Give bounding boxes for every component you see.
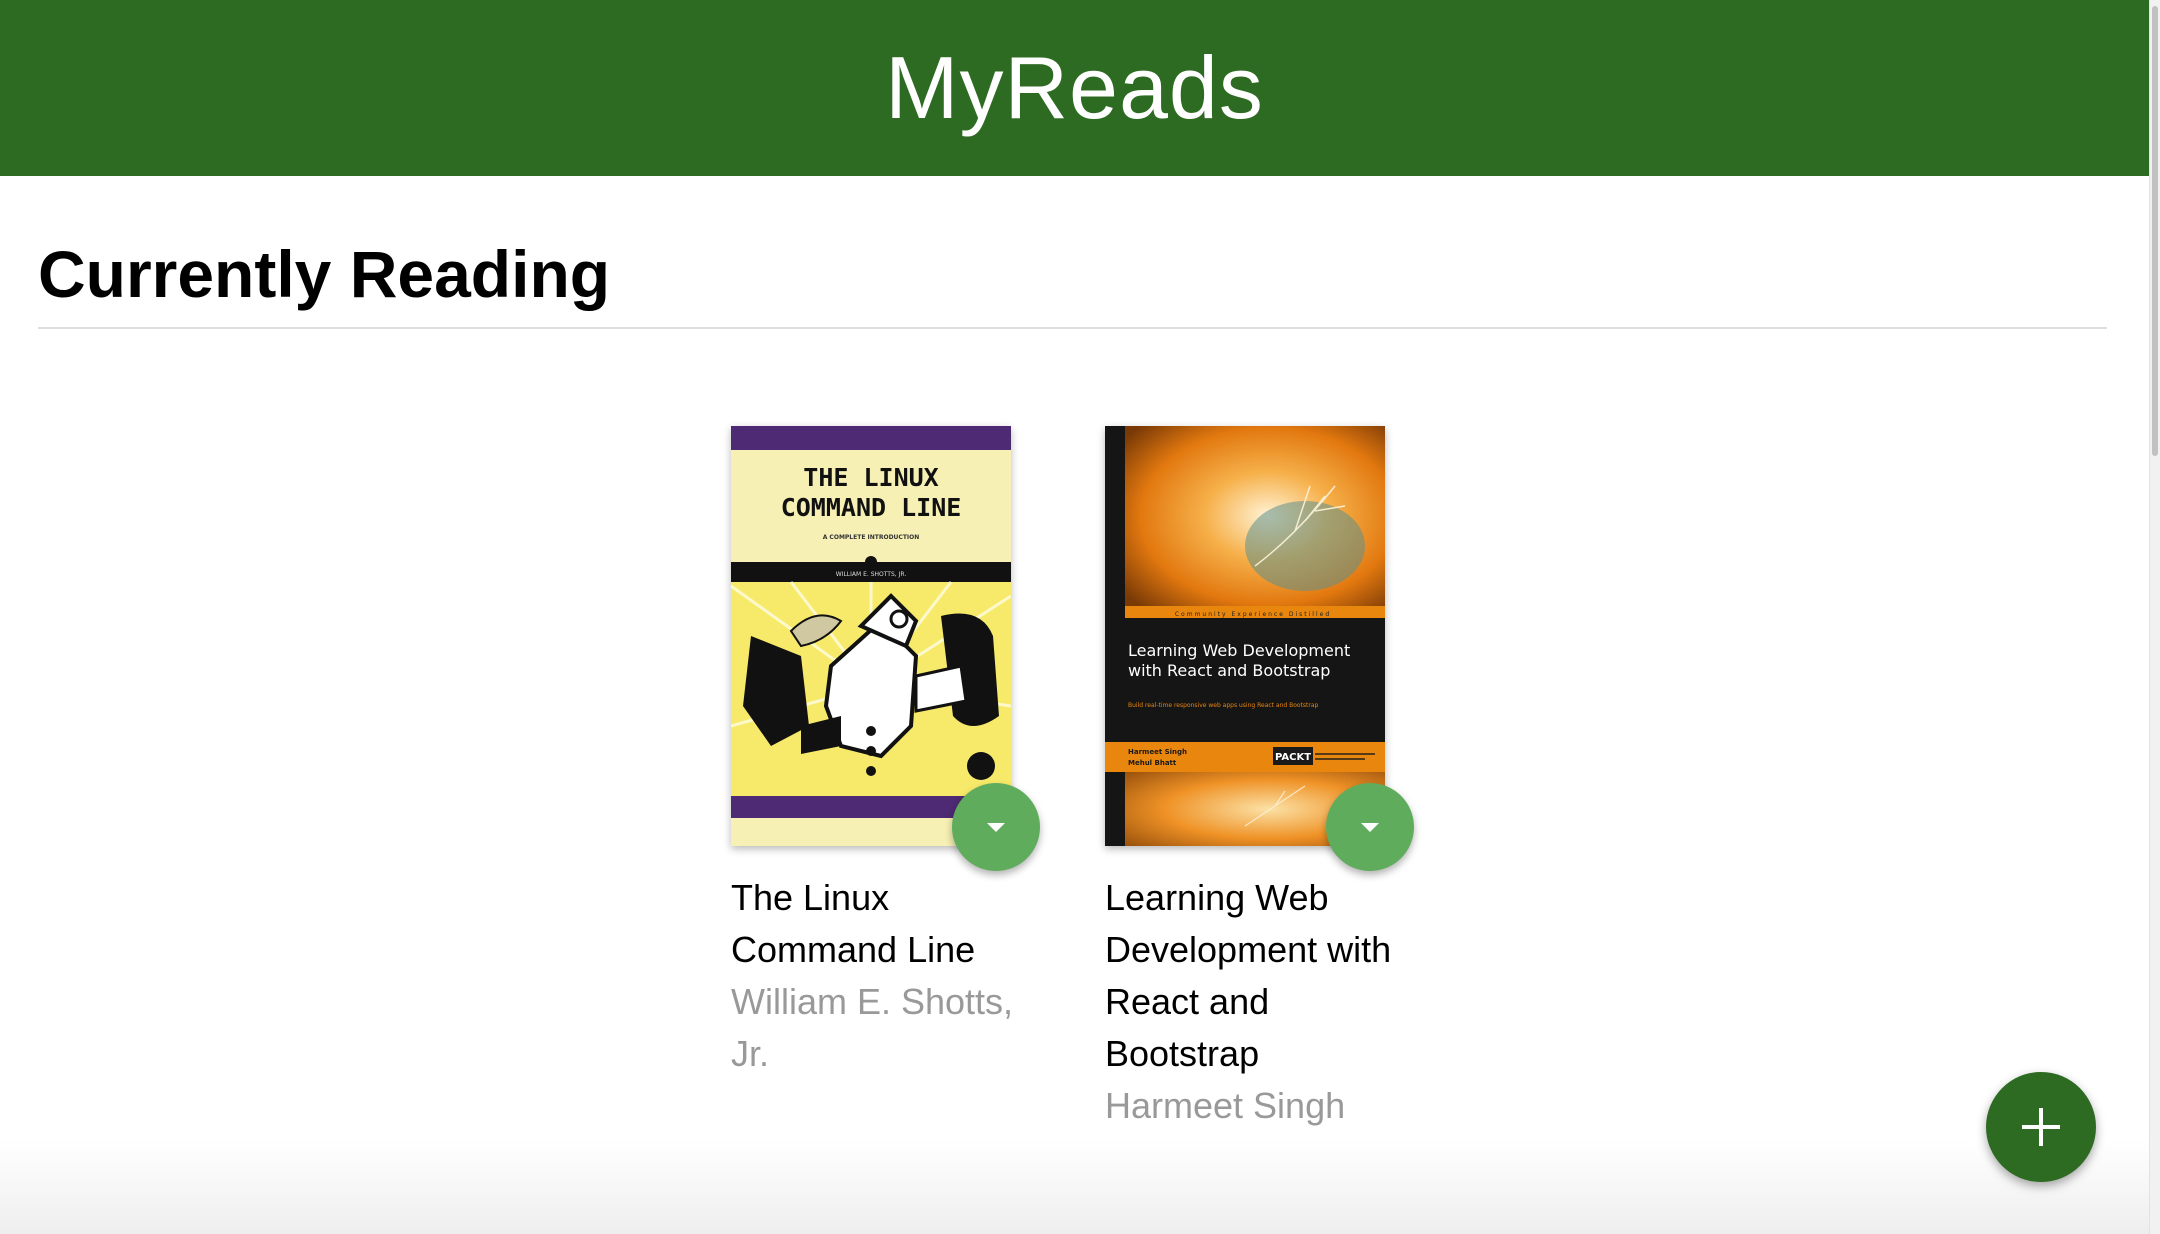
- cover-title-line1: THE LINUX: [803, 463, 938, 492]
- book-authors: William E. Shotts, Jr.: [731, 981, 1014, 1074]
- book-cover-art: THE LINUX COMMAND LINE A COMPLETE INTROD…: [731, 426, 1011, 846]
- caret-down-icon: [987, 822, 1005, 832]
- cover-author2: Mehul Bhatt: [1128, 759, 1177, 767]
- page-scrollbar-thumb[interactable]: [2152, 6, 2158, 456]
- book-cover[interactable]: Community Experience Distilled Learning …: [1105, 426, 1385, 846]
- cover-title-line2: COMMAND LINE: [781, 493, 962, 522]
- cover-author-strip: WILLIAM E. SHOTTS, JR.: [836, 571, 907, 578]
- shelf-divider: [38, 327, 2107, 329]
- cover-subtitle: A COMPLETE INTRODUCTION: [823, 534, 920, 541]
- add-book-button[interactable]: [1986, 1072, 2096, 1182]
- shelf-title: Currently Reading: [38, 237, 611, 311]
- shelf-changer-button[interactable]: [1326, 783, 1414, 871]
- shelf-changer-button[interactable]: [952, 783, 1040, 871]
- bottom-fade: [0, 1140, 2149, 1234]
- book-cover-art: Community Experience Distilled Learning …: [1105, 426, 1385, 846]
- app-header: MyReads: [0, 0, 2149, 176]
- app-root: MyReads Currently Reading THE LINUX COMM…: [0, 0, 2160, 1234]
- cover-title-line2: with React and Bootstrap: [1128, 661, 1330, 680]
- book-authors: Harmeet Singh: [1105, 1085, 1346, 1126]
- book-cover[interactable]: THE LINUX COMMAND LINE A COMPLETE INTROD…: [731, 426, 1011, 846]
- book-title: The Linux Command Line: [731, 877, 976, 970]
- cover-author1: Harmeet Singh: [1128, 748, 1187, 756]
- caret-down-icon: [1361, 822, 1379, 832]
- cover-tagline: Build real-time responsive web apps usin…: [1128, 702, 1319, 709]
- plus-icon: [2022, 1108, 2060, 1146]
- cover-banner: Community Experience Distilled: [1175, 611, 1331, 618]
- cover-publisher: PACKT: [1275, 752, 1311, 763]
- book-title: Learning Web Development with React and …: [1105, 877, 1392, 1074]
- app-title: MyReads: [885, 38, 1264, 137]
- cover-title-line1: Learning Web Development: [1128, 641, 1350, 660]
